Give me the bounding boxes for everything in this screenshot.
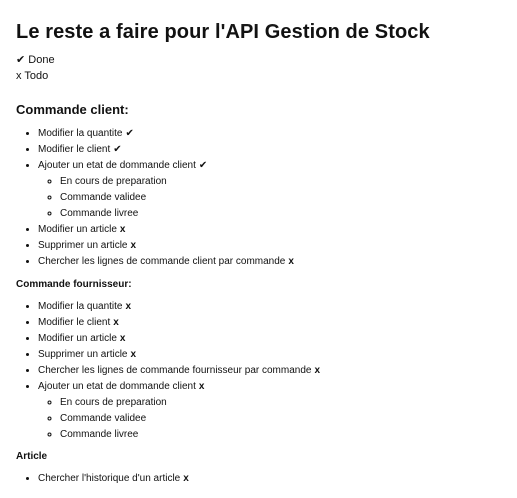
sublist-item: En cours de preparation <box>60 395 499 411</box>
list-item: Chercher l'historique d'un articlex <box>38 471 499 487</box>
document-page: Le reste a faire pour l'API Gestion de S… <box>0 0 517 498</box>
item-text: Modifier le client <box>38 317 111 328</box>
legend-done: ✔ Done <box>16 54 55 66</box>
commande-fournisseur-list: Modifier la quantitex Modifier le client… <box>16 299 499 443</box>
list-item: Modifier un articlex <box>38 331 499 347</box>
legend-todo: x Todo <box>16 70 49 82</box>
commande-client-list: Modifier la quantite✔ Modifier le client… <box>16 126 499 270</box>
item-text: Chercher l'historique d'un article <box>38 473 181 484</box>
order-state-sublist: En cours de preparation Commande validee… <box>38 395 499 443</box>
item-text: Modifier un article <box>38 333 117 344</box>
item-text: Modifier la quantite <box>38 128 123 139</box>
legend: ✔ Done x Todo <box>16 53 499 83</box>
item-text: Ajouter un etat de dommande client <box>38 381 196 392</box>
sublist-item: Commande validee <box>60 190 499 206</box>
status-mark: x <box>198 381 205 392</box>
status-mark: x <box>130 349 137 360</box>
order-state-sublist: En cours de preparation Commande validee… <box>38 174 499 222</box>
item-text: Supprimer un article <box>38 349 128 360</box>
list-item: Ajouter un etat de dommande clientx En c… <box>38 379 499 443</box>
status-mark: x <box>119 224 126 235</box>
status-mark: x <box>119 333 126 344</box>
section-title-commande-fournisseur: Commande fournisseur: <box>16 279 132 290</box>
status-mark: x <box>288 256 294 267</box>
sublist-item: Commande validee <box>60 411 499 427</box>
list-item: Modifier la quantitex <box>38 299 499 315</box>
sublist-item: Commande livree <box>60 206 499 222</box>
status-mark: ✔ <box>125 128 134 139</box>
section-title-commande-client: Commande client: <box>16 102 129 117</box>
item-text: Chercher les lignes de commande client p… <box>38 256 286 267</box>
item-text: Supprimer un article <box>38 240 128 251</box>
item-text: Modifier un article <box>38 224 117 235</box>
list-item: Supprimer un articlex <box>38 347 499 363</box>
status-mark: x <box>125 301 132 312</box>
list-item: Ajouter un etat de dommande client✔ En c… <box>38 158 499 222</box>
item-text: Ajouter un etat de dommande client <box>38 160 196 171</box>
status-mark: x <box>130 240 137 251</box>
page-title: Le reste a faire pour l'API Gestion de S… <box>16 21 430 43</box>
list-item: Modifier un articlex <box>38 222 499 238</box>
status-mark: ✔ <box>198 160 208 171</box>
list-item: Modifier le clientx <box>38 315 499 331</box>
sublist-item: Commande livree <box>60 427 499 443</box>
status-mark: ✔ <box>113 144 122 155</box>
item-text: Modifier le client <box>38 144 111 155</box>
item-text: Modifier la quantite <box>38 301 123 312</box>
sublist-item: En cours de preparation <box>60 174 499 190</box>
list-item: Modifier le client✔ <box>38 142 499 158</box>
list-item: Chercher les lignes de commande fourniss… <box>38 363 499 379</box>
section-title-article: Article <box>16 451 48 462</box>
status-mark: x <box>314 365 321 376</box>
status-mark: x <box>183 473 189 484</box>
list-item: Chercher les lignes de commande client p… <box>38 254 499 270</box>
status-mark: x <box>113 317 119 328</box>
article-list: Chercher l'historique d'un articlex <box>16 471 499 487</box>
list-item: Modifier la quantite✔ <box>38 126 499 142</box>
list-item: Supprimer un articlex <box>38 238 499 254</box>
item-text: Chercher les lignes de commande fourniss… <box>38 365 312 376</box>
